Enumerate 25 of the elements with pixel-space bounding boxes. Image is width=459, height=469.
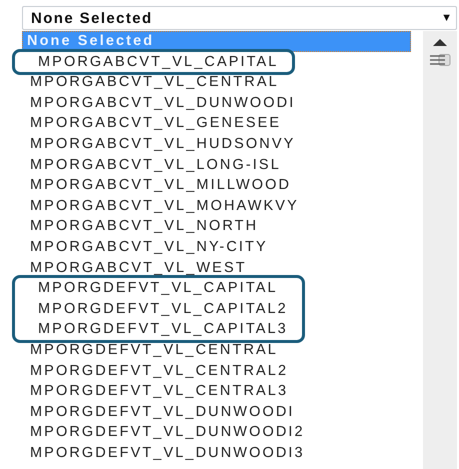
list-option[interactable]: MPORGDEFVT_VL_DUNWOODI (22, 402, 423, 422)
dropdown-arrow-icon[interactable]: ▼ (441, 12, 452, 24)
list-option[interactable]: MPORGABCVT_VL_MILLWOOD (22, 175, 423, 196)
list-option[interactable]: MPORGABCVT_VL_HUDSONVY (22, 134, 423, 155)
list-option[interactable]: MPORGABCVT_VL_NORTH (22, 216, 423, 237)
list-option[interactable]: MPORGDEFVT_VL_CENTRAL (22, 340, 423, 360)
list-option[interactable]: MPORGABCVT_VL_WEST (22, 258, 423, 278)
list-option[interactable]: MPORGDEFVT_VL_CENTRAL3 (22, 381, 423, 402)
list-option[interactable]: MPORGDEFVT_VL_CAPITAL2 (30, 298, 302, 320)
list-option[interactable]: MPORGABCVT_VL_CAPITAL (30, 52, 292, 72)
list-option[interactable]: MPORGABCVT_VL_CENTRAL (22, 72, 423, 93)
scroll-up-icon[interactable] (433, 39, 447, 46)
list-option[interactable]: MPORGABCVT_VL_DUNWOODI (22, 92, 423, 114)
list-option[interactable]: MPORGABCVT_VL_LONG-ISL (22, 154, 423, 176)
list-option[interactable]: MPORGABCVT_VL_MOHAWKVY (22, 196, 423, 216)
list-option[interactable]: MPORGABCVT_VL_NY-CITY (22, 236, 423, 258)
list-option[interactable]: MPORGDEFVT_VL_CENTRAL2 (22, 360, 423, 382)
list-option[interactable]: MPORGDEFVT_VL_DUNWOODI2 (22, 422, 423, 443)
scrollbar[interactable] (423, 31, 457, 469)
list-option[interactable]: MPORGDEFVT_VL_CAPITAL (30, 278, 302, 299)
dropdown-select[interactable]: None Selected ▼ (22, 6, 457, 30)
list-option[interactable]: MPORGDEFVT_VL_DUNWOODI3 (22, 442, 423, 464)
list-option[interactable]: MPORGABCVT_VL_GENESEE (22, 113, 423, 134)
scroll-thumb-grip-icon[interactable] (429, 54, 451, 66)
list-option[interactable]: MPORGDEFVT_VL_CAPITAL3 (30, 319, 302, 340)
